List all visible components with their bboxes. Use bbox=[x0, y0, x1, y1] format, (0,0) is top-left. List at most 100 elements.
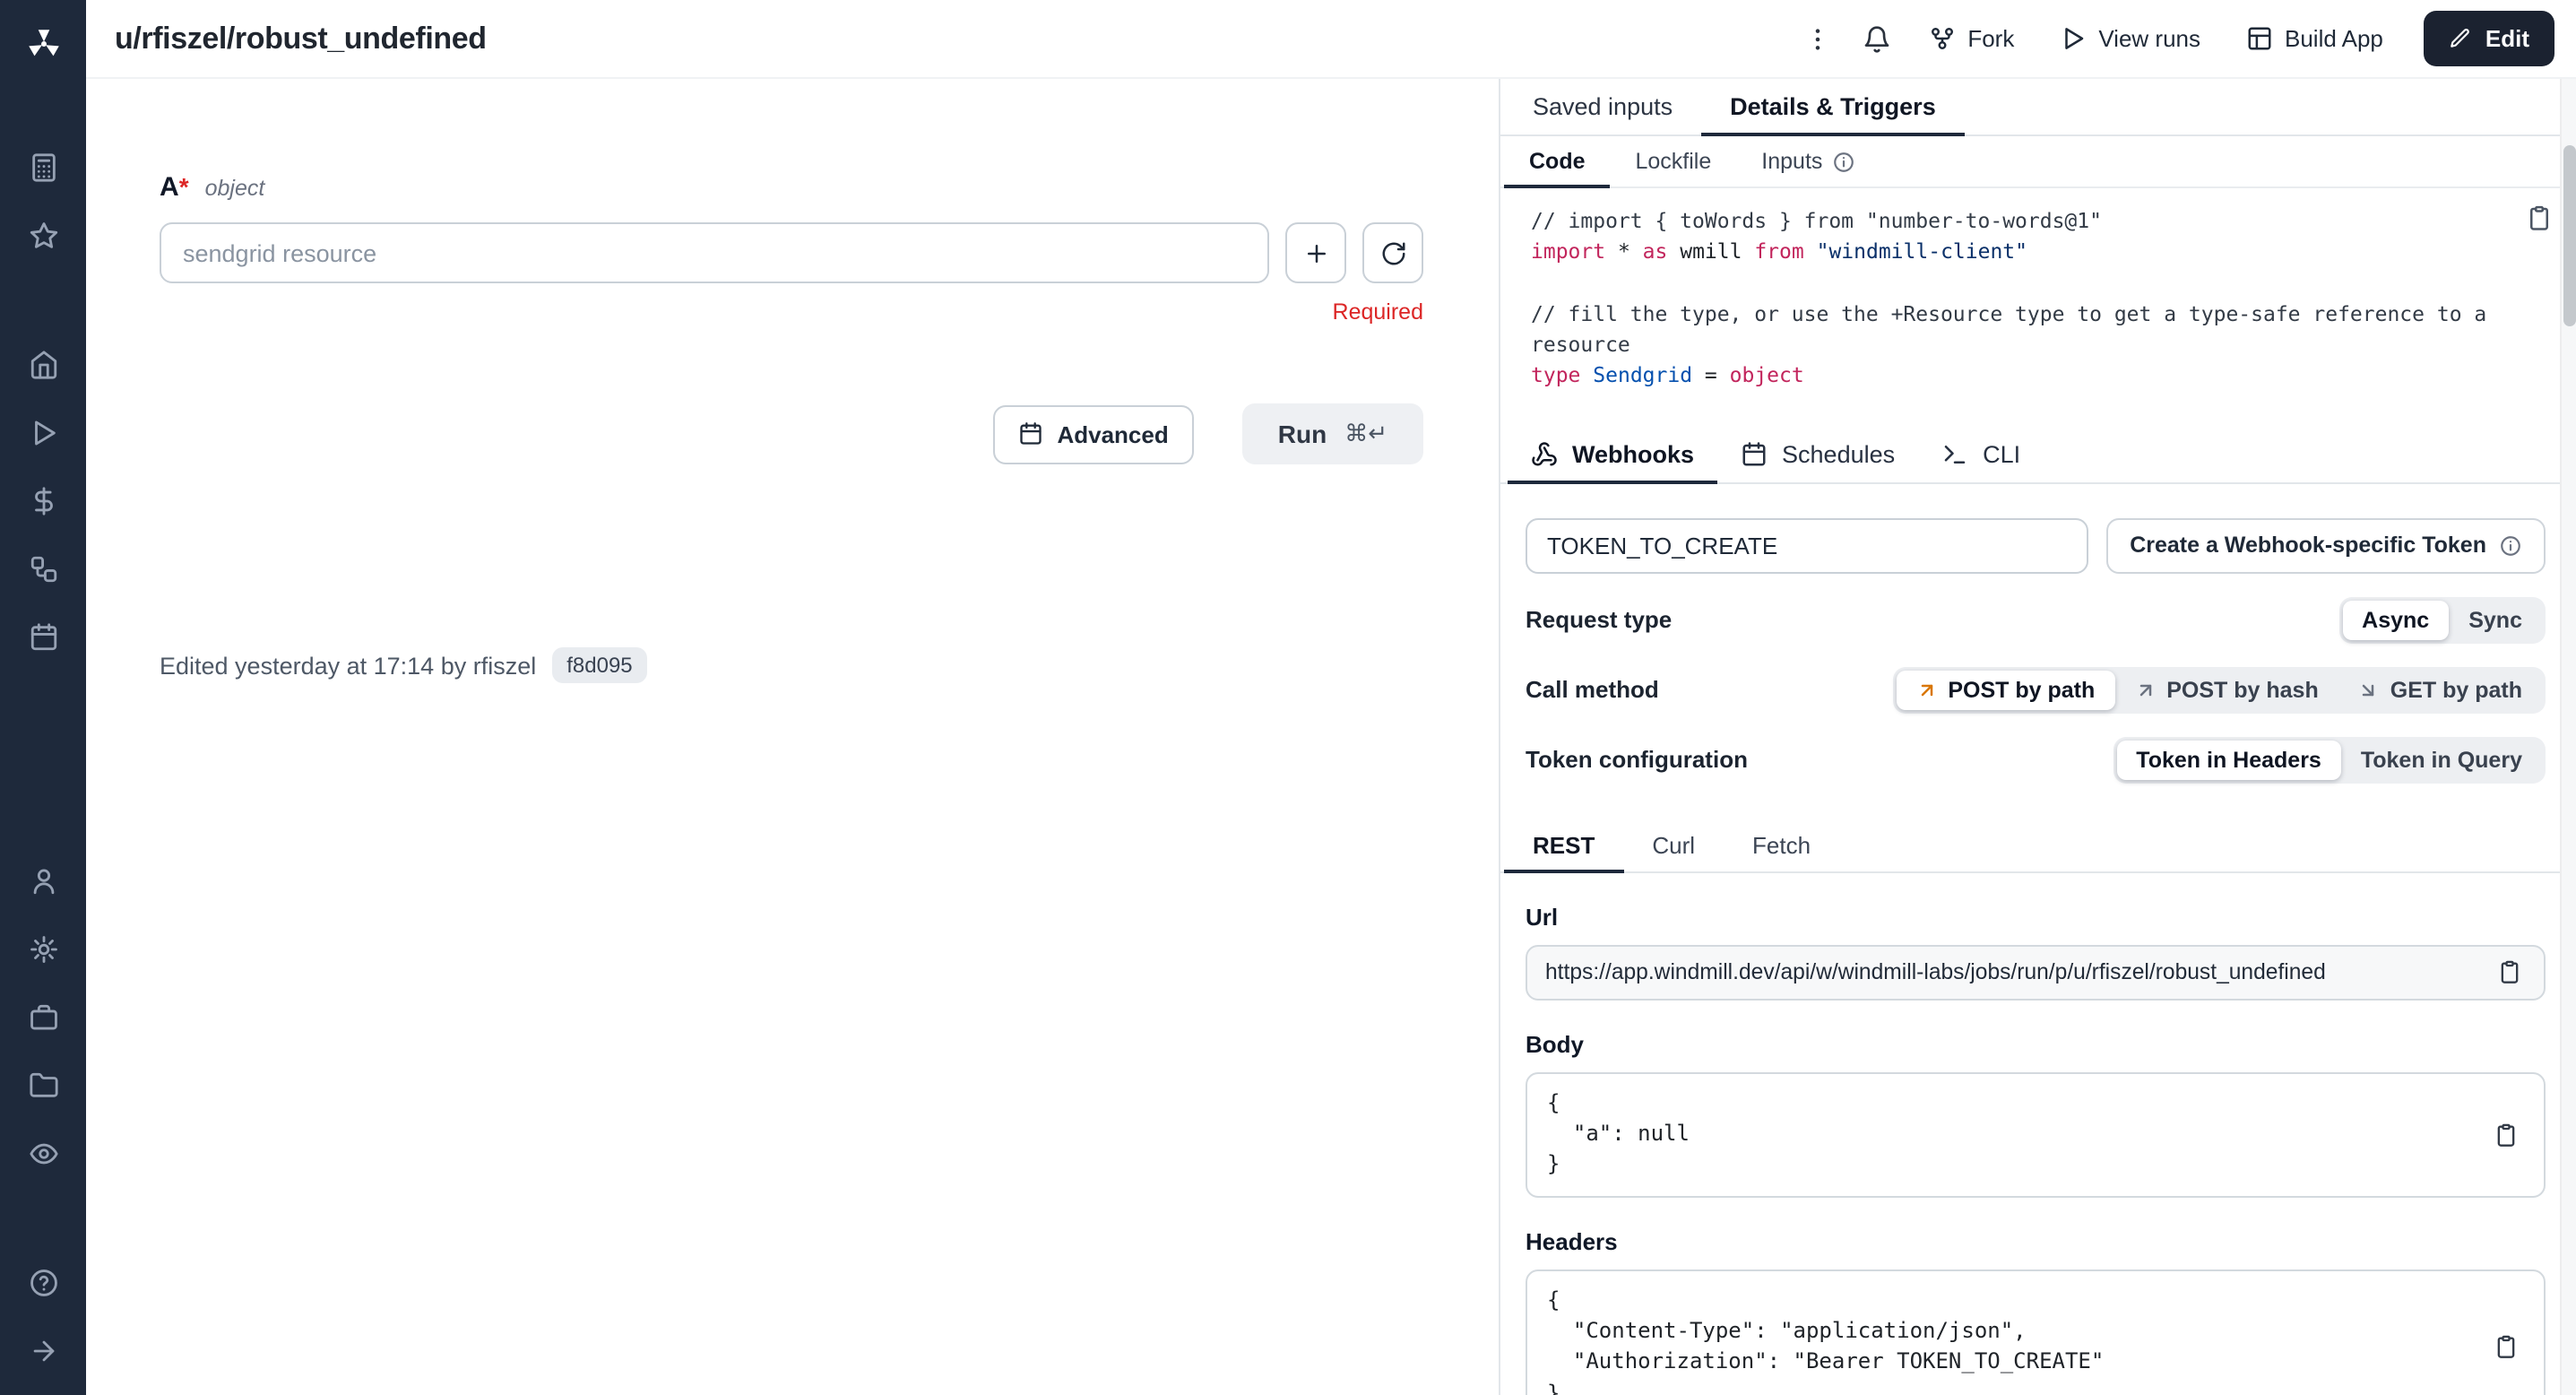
request-type-async[interactable]: Async bbox=[2342, 600, 2449, 639]
create-webhook-token-button[interactable]: Create a Webhook-specific Token bbox=[2106, 517, 2546, 573]
version-hash-badge[interactable]: f8d095 bbox=[552, 647, 646, 683]
app-root: u/rfiszel/robust_undefined Fork View run… bbox=[0, 0, 2576, 1395]
tab-code[interactable]: Code bbox=[1504, 136, 1611, 188]
notifications-button[interactable] bbox=[1849, 12, 1903, 65]
webhook-headers-box: { "Content-Type": "application/json", "A… bbox=[1526, 1269, 2546, 1395]
webhook-token-row: Create a Webhook-specific Token bbox=[1500, 517, 2576, 573]
windmill-logo[interactable] bbox=[0, 0, 86, 86]
copy-body-button[interactable] bbox=[2483, 1111, 2529, 1157]
sidebar-item-audit-logs[interactable] bbox=[0, 1119, 86, 1187]
refresh-button[interactable] bbox=[1362, 222, 1423, 283]
workflow-icon bbox=[28, 553, 58, 584]
sidebar-item-schedules[interactable] bbox=[0, 602, 86, 671]
play-icon bbox=[28, 417, 58, 447]
windmill-logo-icon bbox=[24, 24, 62, 62]
arrow-up-right-icon bbox=[1915, 679, 1937, 700]
sidebar-item-flows[interactable] bbox=[0, 534, 86, 602]
request-type-label: Request type bbox=[1526, 606, 1672, 633]
scrollbar-thumb[interactable] bbox=[2563, 145, 2576, 326]
tab-inputs[interactable]: Inputs bbox=[1736, 136, 1880, 188]
topbar-actions: Fork View runs Build App Edit bbox=[1790, 11, 2554, 66]
request-type-sync[interactable]: Sync bbox=[2449, 600, 2542, 639]
copy-url-button[interactable] bbox=[2486, 949, 2533, 995]
tab-code-label: Code bbox=[1529, 149, 1586, 174]
code-block: // import { toWords } from "number-to-wo… bbox=[1531, 206, 2504, 392]
call-method-post-by-hash[interactable]: POST by hash bbox=[2114, 670, 2338, 709]
request-type-toggle: Async Sync bbox=[2338, 596, 2546, 643]
tab-schedules-label: Schedules bbox=[1782, 440, 1895, 467]
eye-icon bbox=[28, 1138, 58, 1168]
required-asterisk: * bbox=[179, 172, 189, 201]
trigger-tabs: Webhooks Schedules CLI bbox=[1500, 426, 2576, 483]
table-icon bbox=[2245, 25, 2272, 52]
tab-webhooks[interactable]: Webhooks bbox=[1508, 426, 1717, 483]
field-label-row: A * object bbox=[160, 172, 1423, 203]
tab-cli[interactable]: CLI bbox=[1918, 426, 2044, 483]
vertical-scrollbar[interactable] bbox=[2560, 79, 2576, 1395]
tab-schedules[interactable]: Schedules bbox=[1717, 426, 1918, 483]
call-method-post-by-path-label: POST by path bbox=[1948, 677, 2095, 702]
fork-button-label: Fork bbox=[1967, 25, 2014, 52]
sidebar-item-home[interactable] bbox=[0, 330, 86, 398]
panel-tabs: Saved inputs Details & Triggers bbox=[1500, 79, 2576, 136]
token-configuration-label: Token configuration bbox=[1526, 746, 1748, 773]
details-panel: Saved inputs Details & Triggers Code Loc… bbox=[1499, 79, 2576, 1395]
field-type: object bbox=[205, 176, 265, 201]
sidebar-item-help[interactable] bbox=[0, 1248, 86, 1316]
home-icon bbox=[28, 349, 58, 379]
call-method-get-by-path-label: GET by path bbox=[2390, 677, 2522, 702]
play-icon bbox=[2059, 25, 2086, 52]
tab-details-triggers[interactable]: Details & Triggers bbox=[1701, 79, 1965, 136]
tab-fetch[interactable]: Fetch bbox=[1724, 819, 1839, 872]
field-input-row bbox=[160, 222, 1423, 283]
call-method-toggle: POST by path POST by hash GET by path bbox=[1892, 666, 2546, 713]
copy-code-button[interactable] bbox=[2526, 204, 2553, 231]
fork-button[interactable]: Fork bbox=[1908, 13, 2034, 65]
resource-input[interactable] bbox=[160, 222, 1269, 283]
copy-headers-button[interactable] bbox=[2483, 1324, 2529, 1371]
token-in-headers[interactable]: Token in Headers bbox=[2116, 740, 2341, 779]
run-button[interactable]: Run ⌘↵ bbox=[1242, 403, 1423, 464]
token-configuration-toggle: Token in Headers Token in Query bbox=[2113, 736, 2546, 783]
sidebar-item-apps[interactable] bbox=[0, 133, 86, 201]
kebab-menu-icon bbox=[1802, 24, 1831, 53]
calendar-icon bbox=[1741, 440, 1768, 467]
sidebar-item-folders[interactable] bbox=[0, 1051, 86, 1119]
call-method-label: Call method bbox=[1526, 676, 1659, 703]
tab-saved-inputs[interactable]: Saved inputs bbox=[1504, 79, 1701, 136]
edited-row: Edited yesterday at 17:14 by rfiszel f8d… bbox=[160, 647, 1423, 683]
sidebar-item-runs[interactable] bbox=[0, 398, 86, 466]
content: A * object Required bbox=[86, 79, 2576, 1395]
webhook-body-box: { "a": null } bbox=[1526, 1071, 2546, 1197]
more-options-button[interactable] bbox=[1790, 12, 1844, 65]
call-method-post-by-path[interactable]: POST by path bbox=[1896, 670, 2114, 709]
tab-rest[interactable]: REST bbox=[1504, 819, 1623, 872]
sidebar-expand-button[interactable] bbox=[0, 1316, 86, 1384]
edit-button[interactable]: Edit bbox=[2425, 11, 2554, 66]
sidebar-item-favorites[interactable] bbox=[0, 201, 86, 269]
folder-icon bbox=[28, 1070, 58, 1100]
tab-cli-label: CLI bbox=[1983, 440, 2020, 467]
sidebar-item-users[interactable] bbox=[0, 846, 86, 914]
build-app-button[interactable]: Build App bbox=[2226, 13, 2403, 65]
call-method-row: Call method POST by path POST by hash bbox=[1500, 666, 2576, 713]
token-in-query[interactable]: Token in Query bbox=[2341, 740, 2542, 779]
tab-curl[interactable]: Curl bbox=[1623, 819, 1724, 872]
webhook-icon bbox=[1531, 440, 1558, 467]
calendar-icon bbox=[28, 621, 58, 652]
user-icon bbox=[28, 865, 58, 896]
advanced-button[interactable]: Advanced bbox=[992, 404, 1193, 464]
tab-lockfile[interactable]: Lockfile bbox=[1611, 136, 1737, 188]
call-method-get-by-path[interactable]: GET by path bbox=[2338, 670, 2542, 709]
sidebar-item-variables[interactable] bbox=[0, 466, 86, 534]
view-runs-button[interactable]: View runs bbox=[2039, 13, 2220, 65]
webhook-token-input[interactable] bbox=[1526, 517, 2088, 573]
body-label: Body bbox=[1526, 1030, 2546, 1057]
sidebar-item-workers[interactable] bbox=[0, 983, 86, 1051]
url-label: Url bbox=[1526, 903, 2546, 930]
edit-button-label: Edit bbox=[2485, 25, 2529, 52]
add-resource-button[interactable] bbox=[1285, 222, 1346, 283]
sidebar-item-settings[interactable] bbox=[0, 914, 86, 983]
webhook-url-value: https://app.windmill.dev/api/w/windmill-… bbox=[1545, 959, 2486, 984]
git-fork-icon bbox=[1928, 25, 1955, 52]
